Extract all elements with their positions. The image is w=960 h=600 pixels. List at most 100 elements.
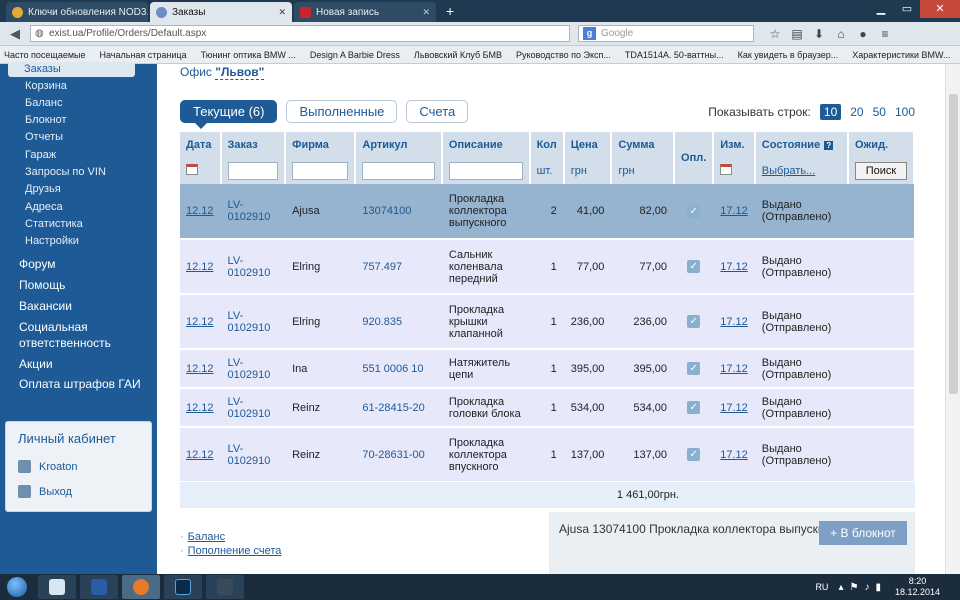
col-date[interactable]: Дата	[180, 132, 222, 157]
bookmark-item[interactable]: Как увидеть в браузер...	[738, 50, 839, 60]
star-icon[interactable]: ☆	[764, 27, 786, 41]
table-row[interactable]: 12.12 LV-0102910 Elring 920.835 Прокладк…	[180, 294, 914, 350]
start-button[interactable]	[0, 574, 34, 600]
row-article[interactable]: 13074100	[362, 205, 411, 217]
address-bar[interactable]: ◍ exist.ua/Profile/Orders/Default.aspx	[30, 25, 570, 42]
logout-link[interactable]: Выход	[18, 485, 72, 498]
col-firm[interactable]: Фирма	[285, 132, 357, 157]
taskbar-notepad[interactable]	[38, 575, 76, 599]
office-name[interactable]: "Львов"	[215, 65, 265, 80]
sidebar-item-settings[interactable]: Настройки	[25, 235, 79, 247]
network-icon[interactable]: ▮	[875, 582, 881, 593]
bookmark-item[interactable]: Львовский Клуб БМВ	[414, 50, 502, 60]
sidebar-item-help[interactable]: Помощь	[19, 277, 65, 293]
browser-tab-1[interactable]: Заказы ✕	[150, 2, 292, 22]
clock[interactable]: 8:20 18.12.2014	[895, 576, 940, 598]
taskbar-app[interactable]	[206, 575, 244, 599]
browser-tab-0[interactable]: Ключи обновления NOD3...✕	[6, 2, 148, 22]
close-window-icon[interactable]: ✕	[920, 0, 960, 18]
row-date[interactable]: 12.12	[186, 363, 214, 375]
row-date[interactable]: 12.12	[186, 205, 214, 217]
calendar-icon[interactable]	[720, 163, 733, 175]
row-article[interactable]: 757.497	[362, 261, 402, 273]
search-field[interactable]: g Google	[578, 25, 754, 42]
row-changed[interactable]: 17.12	[720, 261, 748, 273]
tab-current[interactable]: Текущие (6)	[180, 100, 278, 129]
order-filter-input[interactable]	[227, 161, 279, 180]
close-tab-icon[interactable]: ✕	[422, 7, 430, 18]
row-article[interactable]: 70-28631-00	[362, 449, 424, 461]
taskbar-firefox[interactable]	[122, 575, 160, 599]
bookmark-item[interactable]: Руководство по Эксп...	[516, 50, 611, 60]
rows-option-50[interactable]: 50	[873, 105, 886, 119]
col-qty[interactable]: Кол	[529, 132, 565, 157]
language-indicator[interactable]: RU	[815, 582, 828, 592]
col-sum[interactable]: Сумма	[611, 132, 676, 157]
row-changed[interactable]: 17.12	[720, 402, 748, 414]
taskbar-save[interactable]	[80, 575, 118, 599]
row-order[interactable]: LV-0102910	[228, 443, 271, 467]
flag-icon[interactable]: ⚑	[849, 582, 858, 593]
row-changed[interactable]: 17.12	[720, 316, 748, 328]
sidebar-item-forum[interactable]: Форум	[19, 256, 55, 272]
table-row[interactable]: 12.12 LV-0102910 Ina 551 0006 10 Натяжит…	[180, 349, 914, 389]
row-order[interactable]: LV-0102910	[228, 357, 271, 381]
tab-invoices[interactable]: Счета	[406, 100, 469, 123]
row-article[interactable]: 61-28415-20	[362, 402, 424, 414]
sidebar-item-vacancies[interactable]: Вакансии	[19, 298, 72, 314]
topup-link[interactable]: Пополнение счета	[188, 545, 282, 557]
status-choose-link[interactable]: Выбрать...	[762, 165, 815, 177]
firm-filter-input[interactable]	[292, 161, 349, 180]
balance-link[interactable]: Баланс	[188, 531, 225, 543]
rows-option-100[interactable]: 100	[895, 105, 915, 119]
bookmark-item[interactable]: Тюнинг оптика BMW ...	[201, 50, 296, 60]
bookmark-item[interactable]: Характеристики BMW...	[852, 50, 950, 60]
browser-tab-2[interactable]: Новая запись ✕	[294, 2, 436, 22]
row-order[interactable]: LV-0102910	[228, 396, 271, 420]
sidebar-item-orders[interactable]: Заказы	[8, 62, 135, 77]
col-article[interactable]: Артикул	[355, 132, 443, 157]
bookmark-item[interactable]: Design A Barbie Dress	[310, 50, 400, 60]
sidebar-item-statistics[interactable]: Статистика	[25, 218, 83, 230]
col-order[interactable]: Заказ	[220, 132, 287, 157]
sidebar-item-balance[interactable]: Баланс	[25, 97, 62, 109]
sidebar-item-notebook[interactable]: Блокнот	[25, 114, 67, 126]
row-date[interactable]: 12.12	[186, 402, 214, 414]
table-row[interactable]: 12.12 LV-0102910 Reinz 61-28415-20 Прокл…	[180, 388, 914, 428]
add-to-notebook-button[interactable]: + В блокнот	[819, 521, 907, 545]
sidebar-item-friends[interactable]: Друзья	[25, 183, 61, 195]
table-row[interactable]: 12.12 LV-0102910 Ajusa 13074100 Прокладк…	[180, 184, 914, 240]
row-order[interactable]: LV-0102910	[228, 255, 271, 279]
sidebar-item-garage[interactable]: Гараж	[25, 149, 56, 161]
row-order[interactable]: LV-0102910	[228, 199, 271, 223]
sidebar-item-cart[interactable]: Корзина	[25, 80, 67, 92]
sidebar-item-addresses[interactable]: Адреса	[25, 201, 63, 213]
sidebar-item-fines[interactable]: Оплата штрафов ГАИ	[19, 376, 141, 392]
taskbar-photoshop[interactable]	[164, 575, 202, 599]
new-tab-button[interactable]: +	[438, 3, 462, 19]
row-changed[interactable]: 17.12	[720, 363, 748, 375]
col-status[interactable]: Состояние?	[754, 132, 849, 157]
tab-completed[interactable]: Выполненные	[286, 100, 398, 123]
sidebar-item-vin-requests[interactable]: Запросы по VIN	[25, 166, 106, 178]
home-icon[interactable]: ⌂	[830, 27, 852, 41]
row-changed[interactable]: 17.12	[720, 449, 748, 461]
cabinet-user-link[interactable]: Kroaton	[18, 460, 78, 473]
col-price[interactable]: Цена	[563, 132, 613, 157]
minimize-icon[interactable]: ▁	[868, 0, 894, 18]
menu-icon[interactable]: ≡	[874, 27, 896, 41]
addon-icon[interactable]: ●	[852, 27, 874, 41]
back-icon[interactable]: ◀	[6, 26, 24, 42]
close-tab-icon[interactable]: ✕	[278, 7, 286, 18]
col-wait[interactable]: Ожид.	[847, 132, 916, 157]
row-date[interactable]: 12.12	[186, 316, 214, 328]
bookmark-item[interactable]: TDA1514A. 50-ваттны...	[625, 50, 724, 60]
help-icon[interactable]: ?	[824, 140, 834, 150]
table-row[interactable]: 12.12 LV-0102910 Reinz 70-28631-00 Прокл…	[180, 427, 914, 483]
bookmark-item[interactable]: Начальная страница	[100, 50, 187, 60]
clipboard-icon[interactable]: ▤	[786, 27, 808, 41]
sidebar-item-social[interactable]: Социальная ответственность	[19, 319, 129, 351]
table-row[interactable]: 12.12 LV-0102910 Elring 757.497 Сальник …	[180, 239, 914, 295]
volume-icon[interactable]: ♪	[864, 582, 869, 593]
col-changed[interactable]: Изм.	[713, 132, 756, 157]
